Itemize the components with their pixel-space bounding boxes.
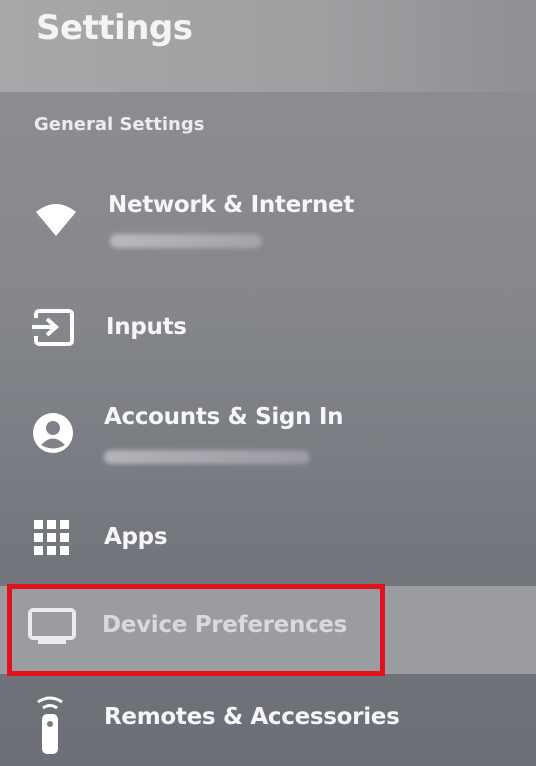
section-title: General Settings [34, 114, 205, 135]
wifi-icon [36, 204, 76, 236]
input-icon [32, 309, 74, 346]
account-icon [33, 413, 73, 453]
header-bar: Settings [0, 0, 536, 92]
menu-item-sublabel-blurred [104, 450, 310, 464]
tv-icon [28, 608, 76, 644]
menu-item-label: Network & Internet [108, 192, 355, 218]
page-title: Settings [36, 8, 193, 48]
menu-item-label: Apps [104, 524, 168, 550]
menu-item-label: Device Preferences [102, 612, 348, 638]
menu-item-device-preferences[interactable]: Device Preferences [0, 586, 536, 674]
remote-icon [37, 696, 63, 754]
menu-item-label: Accounts & Sign In [104, 404, 344, 430]
menu-item-accounts[interactable]: Accounts & Sign In [0, 390, 536, 486]
menu-item-sublabel-blurred [110, 234, 262, 248]
menu-item-remotes[interactable]: Remotes & Accessories [0, 680, 536, 766]
menu-item-apps[interactable]: Apps [0, 500, 536, 580]
menu-item-network[interactable]: Network & Internet [0, 180, 536, 270]
apps-grid-icon [34, 520, 69, 555]
menu-item-inputs[interactable]: Inputs [0, 290, 536, 370]
menu-item-label: Remotes & Accessories [104, 704, 400, 730]
menu-item-label: Inputs [106, 314, 187, 340]
